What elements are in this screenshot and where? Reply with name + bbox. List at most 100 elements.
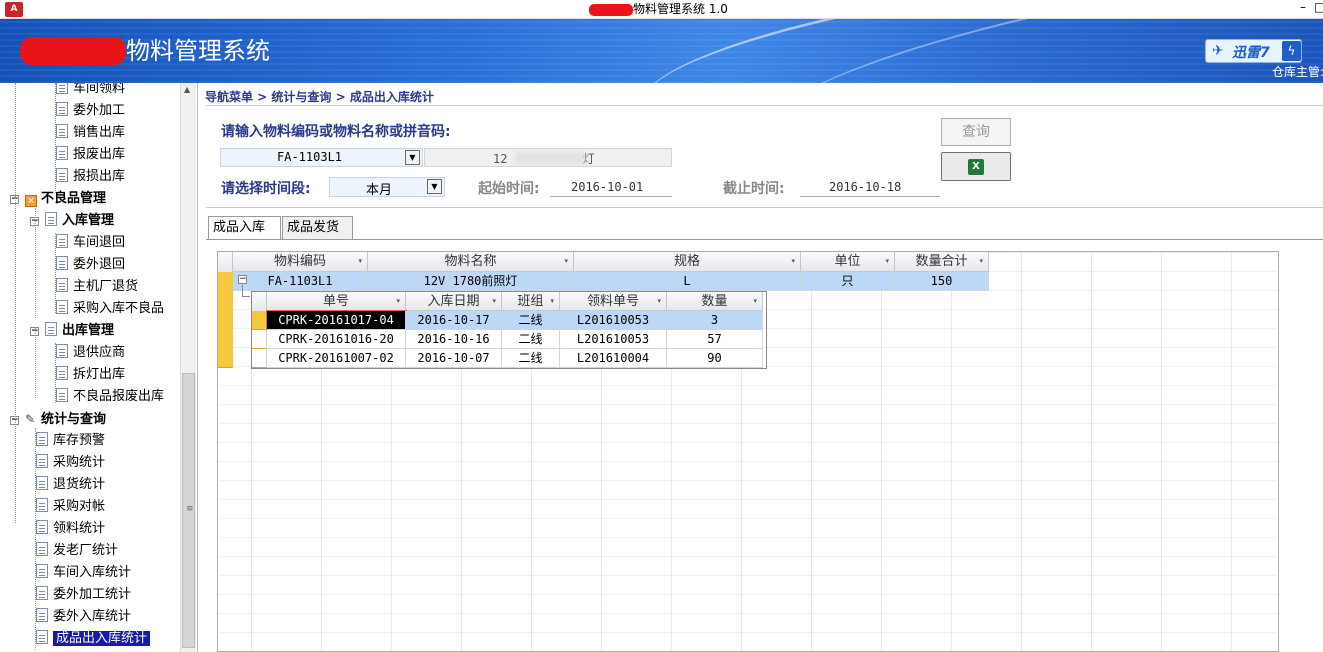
cell-unit[interactable]: 只	[801, 272, 895, 291]
period-combo[interactable]: 本月 ▼	[329, 177, 445, 198]
sidebar-item[interactable]: − 出库管理	[30, 320, 114, 342]
column-header[interactable]: 物料编码 ▾	[233, 252, 368, 272]
xunlei-badge[interactable]: ✈ 迅雷7 ϟ	[1205, 39, 1302, 63]
main-content: 导航菜单 > 统计与查询 > 成品出入库统计 请输入物料编码或物料名称或拼音码:…	[197, 83, 1323, 652]
sidebar-item[interactable]: − × 不良品管理	[10, 188, 106, 210]
sidebar-item-label: 委外加工统计	[53, 587, 132, 602]
sidebar-item[interactable]: 退货统计	[36, 474, 105, 496]
subgrid-corner[interactable]	[252, 292, 267, 311]
sidebar-item[interactable]: 委外入库统计	[36, 606, 131, 628]
chevron-down-icon[interactable]: ▼	[405, 150, 420, 165]
row-selector[interactable]	[252, 349, 267, 368]
row-selector[interactable]	[252, 311, 267, 330]
sidebar-item[interactable]: − 入库管理	[30, 210, 114, 232]
sub-column-header[interactable]: 入库日期 ▾	[406, 292, 502, 311]
row-selector[interactable]	[218, 272, 233, 368]
cell-team[interactable]: 二线	[502, 330, 560, 349]
sidebar-item[interactable]: 库存预警	[36, 430, 105, 452]
minimize-button[interactable]: –	[1300, 0, 1310, 14]
sidebar-item[interactable]: 拆灯出库	[56, 364, 125, 386]
column-header[interactable]: 物料名称 ▾	[368, 252, 574, 272]
sidebar-item[interactable]: 委外加工统计	[36, 584, 131, 606]
sidebar-item[interactable]: 领料统计	[36, 518, 105, 540]
material-code-combo[interactable]: FA-1103L1 ▼	[220, 148, 423, 167]
maximize-button[interactable]: □	[1314, 0, 1323, 14]
tab-finished-inbound[interactable]: 成品入库	[208, 216, 281, 240]
export-excel-button[interactable]: X	[941, 152, 1011, 181]
sidebar-item[interactable]: 车间入库统计	[36, 562, 131, 584]
sidebar-item[interactable]: 车间退回	[56, 232, 125, 254]
column-header[interactable]: 规格 ▾	[574, 252, 801, 272]
tree-connector	[55, 233, 56, 313]
sidebar-item[interactable]: 不良品报废出库	[56, 386, 164, 408]
scroll-up-icon[interactable]: ▲	[184, 85, 190, 94]
sidebar-item[interactable]: 发老厂统计	[36, 540, 118, 562]
tree-connector	[55, 343, 56, 403]
cell-name[interactable]: 12V 1780前照灯	[368, 272, 574, 291]
cell-qty[interactable]: 3	[667, 311, 763, 330]
cell-order-no[interactable]: CPRK-20161017-04	[266, 310, 407, 331]
cell-order-no[interactable]: CPRK-20161016-20	[267, 330, 406, 349]
sidebar-item[interactable]: 采购统计	[36, 452, 105, 474]
sidebar-item-label: 委外退回	[73, 257, 126, 272]
data-grid[interactable]: 物料编码 ▾ 物料名称 ▾ 规格 ▾ 单位 ▾ 数量合计 ▾ FA-1103L1 12V …	[217, 251, 1279, 652]
tab-finished-shipment[interactable]: 成品发货	[282, 216, 353, 239]
cell-pick-no[interactable]: L201610053	[560, 311, 667, 330]
cell-team[interactable]: 二线	[502, 311, 560, 330]
cell-date[interactable]: 2016-10-16	[406, 330, 502, 349]
sidebar-item-label: 销售出库	[73, 125, 126, 140]
cell-team[interactable]: 二线	[502, 349, 560, 368]
document-icon	[56, 300, 68, 314]
sidebar-item[interactable]: 报废出库	[56, 144, 125, 166]
sidebar-item[interactable]: 委外加工	[56, 100, 125, 122]
cell-pick-no[interactable]: L201610004	[560, 349, 667, 368]
sidebar-item[interactable]: 主机厂退货	[56, 276, 138, 298]
scrollbar-thumb[interactable]: ≡	[182, 373, 195, 648]
column-header[interactable]: 单位 ▾	[801, 252, 895, 272]
cell-date[interactable]: 2016-10-17	[406, 311, 502, 330]
sub-column-header[interactable]: 数量 ▾	[667, 292, 763, 311]
tab-divider	[206, 239, 1323, 240]
document-icon	[36, 454, 48, 468]
collapse-subgrid-icon[interactable]: −	[238, 275, 247, 284]
document-icon	[56, 366, 68, 380]
cell-total[interactable]: 150	[895, 272, 989, 291]
sidebar-item[interactable]: 委外退回	[56, 254, 125, 276]
sidebar-item[interactable]: 采购对帐	[36, 496, 105, 518]
sidebar-item-label: 领料统计	[53, 521, 106, 536]
cell-qty[interactable]: 90	[667, 349, 763, 368]
sidebar-item[interactable]: 销售出库	[56, 122, 125, 144]
row-selector[interactable]	[252, 330, 267, 349]
sub-column-header[interactable]: 领料单号 ▾	[560, 292, 667, 311]
cell-code[interactable]: FA-1103L1	[233, 272, 368, 291]
end-date-field[interactable]: 2016-10-18	[800, 177, 940, 197]
sidebar-item-label: 车间入库统计	[53, 565, 132, 580]
redacted-company-logo	[20, 37, 126, 65]
sub-column-header[interactable]: 班组 ▾	[502, 292, 560, 311]
sidebar-item[interactable]: 退供应商	[56, 342, 125, 364]
cell-qty[interactable]: 57	[667, 330, 763, 349]
sub-column-header[interactable]: 单号 ▾	[267, 292, 406, 311]
material-code-value: FA-1103L1	[277, 150, 343, 164]
excel-icon: X	[968, 159, 984, 175]
grid-corner[interactable]	[218, 252, 233, 272]
start-date-field[interactable]: 2016-10-01	[550, 177, 672, 197]
sidebar-item-label: 入库管理	[62, 213, 115, 228]
window-titlebar: A 物料管理系统 1.0 – □	[0, 0, 1323, 19]
tree-connector	[35, 328, 36, 398]
sidebar-item[interactable]: − ✎ 统计与查询	[10, 408, 106, 430]
chevron-down-icon[interactable]: ▼	[427, 179, 442, 194]
cell-date[interactable]: 2016-10-07	[406, 349, 502, 368]
document-icon	[56, 102, 68, 116]
sidebar-scrollbar[interactable]: ▲ ≡	[180, 83, 196, 652]
sidebar-item[interactable]: 报损出库	[56, 166, 125, 188]
cell-order-no[interactable]: CPRK-20161007-02	[267, 349, 406, 368]
cell-spec[interactable]: L	[574, 272, 801, 291]
document-icon	[36, 476, 48, 490]
sidebar-item[interactable]: 成品出入库统计	[36, 628, 151, 650]
sidebar-item[interactable]: 车间领料	[56, 83, 125, 100]
query-button[interactable]: 查询	[941, 118, 1011, 146]
sidebar-item[interactable]: 采购入库不良品	[56, 298, 164, 320]
cell-pick-no[interactable]: L201610053	[560, 330, 667, 349]
column-header[interactable]: 数量合计 ▾	[895, 252, 989, 272]
